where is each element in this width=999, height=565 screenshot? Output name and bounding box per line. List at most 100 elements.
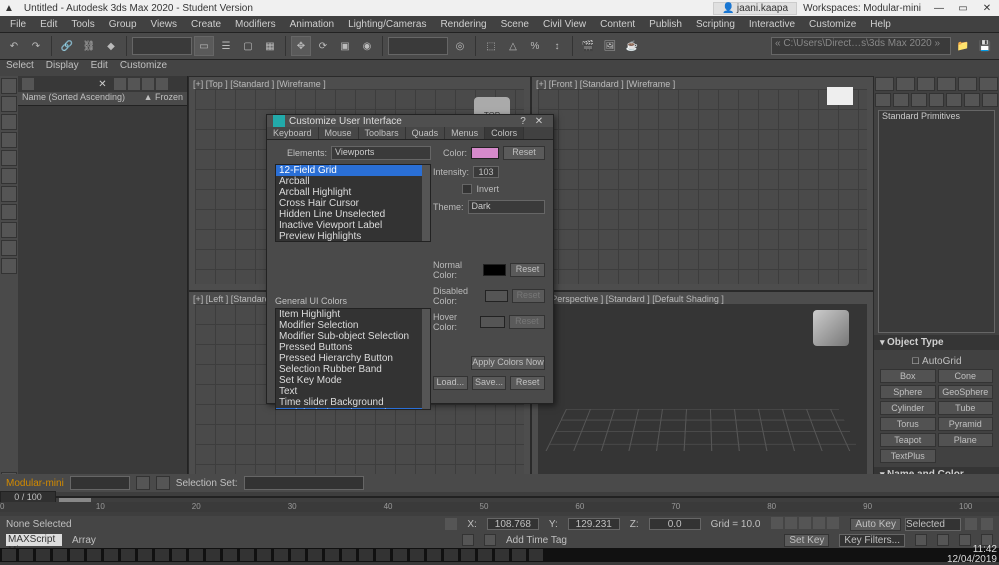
menu-group[interactable]: Group — [103, 19, 143, 30]
cat-shapes[interactable] — [893, 93, 909, 107]
taskbar-icon[interactable] — [325, 549, 339, 561]
reset-all-button[interactable]: Reset — [510, 376, 545, 390]
vtool-5[interactable] — [1, 150, 17, 166]
vtool-1[interactable] — [1, 78, 17, 94]
render-button[interactable]: ☕ — [622, 36, 642, 56]
taskbar-icon[interactable] — [342, 549, 356, 561]
dialog-tab-menus[interactable]: Menus — [445, 127, 485, 139]
project-path-field[interactable]: « C:\Users\Direct…s\3ds Max 2020 » — [771, 37, 951, 55]
normal-color-swatch[interactable] — [483, 264, 506, 276]
select-region-button[interactable]: ▢ — [238, 36, 258, 56]
menu-scripting[interactable]: Scripting — [690, 19, 741, 30]
rotate-button[interactable]: ⟳ — [313, 36, 333, 56]
vtool-6[interactable] — [1, 168, 17, 184]
col-name[interactable]: Name (Sorted Ascending) — [18, 92, 129, 105]
use-center-button[interactable]: ◎ — [450, 36, 470, 56]
taskbar-icon[interactable] — [274, 549, 288, 561]
menu-modifiers[interactable]: Modifiers — [229, 19, 282, 30]
prim-teapot[interactable]: Teapot — [880, 433, 936, 447]
dialog-tab-keyboard[interactable]: Keyboard — [267, 127, 319, 139]
snap-toggle[interactable]: ⬚ — [481, 36, 501, 56]
disabled-color-swatch[interactable] — [485, 290, 507, 302]
goto-start[interactable] — [771, 517, 783, 529]
menu-civilview[interactable]: Civil View — [537, 19, 592, 30]
isolate-icon[interactable] — [462, 534, 474, 546]
z-field[interactable]: 0.0 — [649, 518, 701, 530]
prim-cone[interactable]: Cone — [938, 369, 994, 383]
scene-explorer-close[interactable]: ✕ — [96, 79, 110, 90]
taskbar-icon[interactable] — [529, 549, 543, 561]
minimize-button[interactable]: — — [927, 3, 951, 14]
redo-button[interactable]: ↷ — [26, 36, 46, 56]
load-button[interactable]: Load... — [433, 376, 468, 390]
layout-dropdown[interactable] — [70, 476, 130, 490]
selection-filter-dropdown[interactable] — [132, 37, 192, 55]
taskbar-icon[interactable] — [359, 549, 373, 561]
autogrid-checkbox[interactable]: ☐ AutoGrid — [880, 354, 993, 369]
list-item[interactable]: Inactive Viewport Label — [276, 220, 430, 231]
link-button[interactable]: 🔗 — [57, 36, 77, 56]
taskbar-icon[interactable] — [223, 549, 237, 561]
menu-animation[interactable]: Animation — [284, 19, 340, 30]
render-setup-button[interactable]: 🎬 — [578, 36, 598, 56]
prim-torus[interactable]: Torus — [880, 417, 936, 431]
y-field[interactable]: 129.231 — [568, 518, 620, 530]
taskbar-icon[interactable] — [478, 549, 492, 561]
taskbar-icon[interactable] — [87, 549, 101, 561]
taskbar-icon[interactable] — [427, 549, 441, 561]
placement-button[interactable]: ◉ — [357, 36, 377, 56]
se-ic[interactable] — [128, 78, 140, 90]
dialog-help-button[interactable]: ? — [515, 116, 531, 127]
key-mode-dropdown[interactable]: Selected — [905, 518, 961, 531]
tab-motion[interactable] — [937, 77, 956, 91]
theme-dropdown[interactable]: Dark — [468, 200, 545, 214]
list-item[interactable]: ToolTip (UI) Background — [276, 408, 430, 410]
taskbar-icon[interactable] — [291, 549, 305, 561]
taskbar-icon[interactable] — [206, 549, 220, 561]
list-item[interactable]: Arcball — [276, 176, 430, 187]
taskbar-icon[interactable] — [189, 549, 203, 561]
viewcube[interactable] — [827, 87, 853, 105]
viewport-label[interactable]: [+] [Top ] [Standard ] [Wireframe ] — [193, 79, 326, 89]
menu-scene[interactable]: Scene — [495, 19, 535, 30]
layout-name[interactable]: Modular-mini — [6, 478, 64, 489]
list-item[interactable]: Cross Hair Cursor — [276, 198, 430, 209]
select-name-button[interactable]: ☰ — [216, 36, 236, 56]
prim-cylinder[interactable]: Cylinder — [880, 401, 936, 415]
sel-ic[interactable] — [136, 476, 150, 490]
cat-geometry[interactable] — [875, 93, 891, 107]
taskbar-icon[interactable] — [70, 549, 84, 561]
move-button[interactable]: ✥ — [291, 36, 311, 56]
unlink-button[interactable]: ⛓ — [79, 36, 99, 56]
cat-helpers[interactable] — [946, 93, 962, 107]
taskbar-icon[interactable] — [2, 549, 16, 561]
taskbar-icon[interactable] — [444, 549, 458, 561]
workspace-dropdown[interactable]: Modular-mini — [863, 3, 921, 14]
menu-help[interactable]: Help — [864, 19, 897, 30]
list-item[interactable]: Selection Rubber Band — [276, 364, 430, 375]
taskbar-icon[interactable] — [410, 549, 424, 561]
viewport-label[interactable]: [+] [Front ] [Standard ] [Wireframe ] — [536, 79, 675, 89]
taskbar-icon[interactable] — [495, 549, 509, 561]
maxscript-listener[interactable]: MAXScript Mi: — [6, 534, 62, 546]
play-button[interactable] — [799, 517, 811, 529]
dialog-tab-mouse[interactable]: Mouse — [319, 127, 359, 139]
vtool-8[interactable] — [1, 204, 17, 220]
se-ic[interactable] — [22, 78, 34, 90]
save-button[interactable]: 💾 — [975, 36, 995, 56]
sel-ic[interactable] — [156, 476, 170, 490]
render-frame-button[interactable]: 🖼 — [600, 36, 620, 56]
scene-explorer-header[interactable]: Name (Sorted Ascending) ▲ Frozen — [18, 92, 187, 106]
add-time-tag[interactable]: Add Time Tag — [506, 535, 567, 546]
select-button[interactable]: ▭ — [194, 36, 214, 56]
window-cross-button[interactable]: ▦ — [260, 36, 280, 56]
taskbar-icon[interactable] — [155, 549, 169, 561]
edit-label[interactable]: Edit — [85, 60, 114, 76]
vtool-11[interactable] — [1, 258, 17, 274]
invert-checkbox[interactable] — [462, 184, 472, 194]
general-colors-listbox[interactable]: Item HighlightModifier SelectionModifier… — [275, 308, 431, 410]
dialog-tab-toolbars[interactable]: Toolbars — [359, 127, 406, 139]
cat-cameras[interactable] — [929, 93, 945, 107]
list-item[interactable]: Time slider Background — [276, 397, 430, 408]
elements-listbox[interactable]: 12-Field GridArcballArcball HighlightCro… — [275, 164, 431, 242]
